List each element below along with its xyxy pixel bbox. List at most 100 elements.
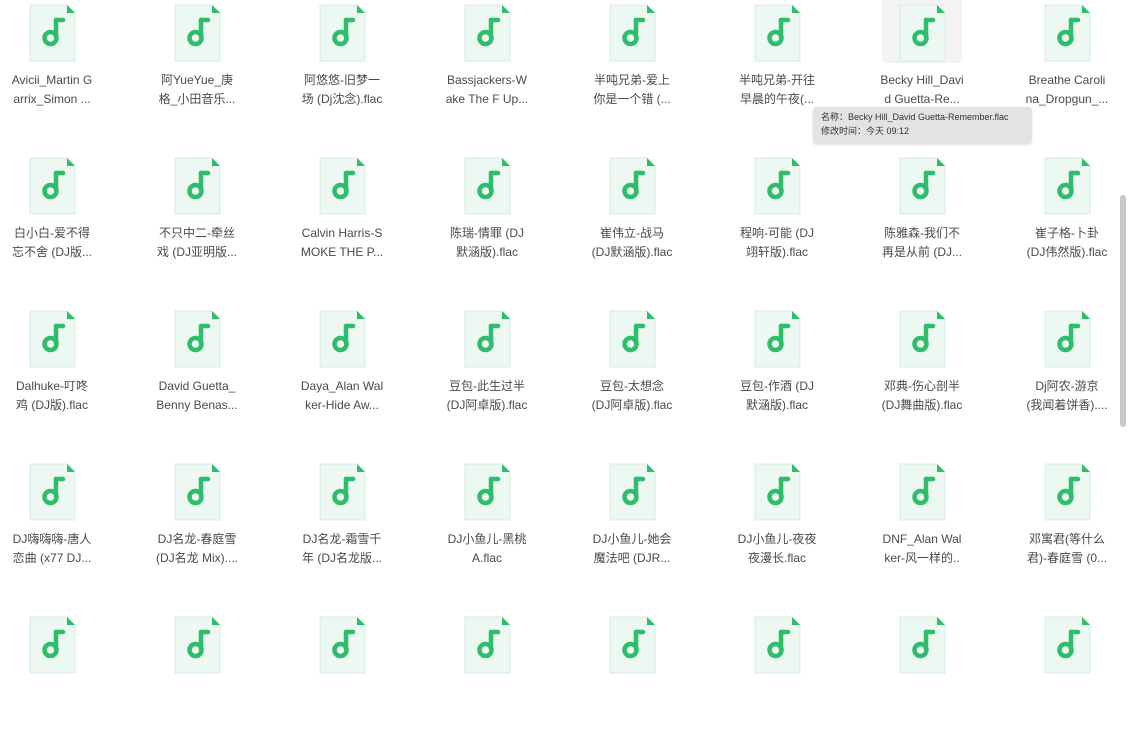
file-tile[interactable]: 崔子格-卜卦 (DJ伟然版).flac [1017,146,1117,282]
file-thumbnail[interactable] [1027,299,1107,369]
file-tile[interactable]: 陈雅森-我们不 再是从前 (DJ... [872,146,972,282]
file-name[interactable]: DJ名龙-春庭雪 (DJ名龙 Mix).... [147,530,247,568]
file-thumbnail[interactable] [882,452,962,522]
file-tile[interactable]: Breathe Caroli na_Dropgun_... [1017,0,1117,129]
file-tile[interactable]: 陈瑞-情罪 (DJ 默涵版).flac [437,146,537,282]
file-tile[interactable] [582,605,682,741]
file-thumbnail[interactable] [882,299,962,369]
file-name[interactable]: 阿悠悠-旧梦一场 (Dj沈念).flac [292,71,392,109]
file-name[interactable]: David Guetta_ Benny Benas... [147,377,247,415]
file-tile[interactable]: DNF_Alan Wal ker-风一样的.. [872,452,972,588]
file-name[interactable]: 豆包-此生过半 (DJ阿卓版).flac [437,377,537,415]
file-thumbnail[interactable] [737,0,817,63]
file-name[interactable]: Breathe Caroli na_Dropgun_... [1017,71,1117,109]
file-tile[interactable]: 崔伟立-战马 (DJ默涵版).flac [582,146,682,282]
file-thumbnail[interactable] [157,299,237,369]
file-tile[interactable] [2,605,102,741]
file-thumbnail[interactable] [592,146,672,216]
file-thumbnail[interactable] [157,452,237,522]
file-name[interactable]: 崔子格-卜卦 (DJ伟然版).flac [1017,224,1117,262]
file-thumbnail[interactable] [592,452,672,522]
file-tile[interactable]: Calvin Harris-S MOKE THE P... [292,146,392,282]
file-tile[interactable]: Dj阿农-游京 (我闻着饼香).... [1017,299,1117,435]
file-tile[interactable]: Avicii_Martin G arrix_Simon ... [2,0,102,129]
file-name[interactable]: 陈雅森-我们不 再是从前 (DJ... [872,224,972,262]
file-thumbnail[interactable] [882,0,962,63]
file-thumbnail[interactable] [12,146,92,216]
file-tile[interactable]: DJ小鱼儿-她会 魔法吧 (DJR... [582,452,682,588]
file-tile[interactable]: Daya_Alan Wal ker-Hide Aw... [292,299,392,435]
file-thumbnail[interactable] [737,605,817,675]
file-thumbnail[interactable] [157,0,237,63]
file-tile[interactable]: 程响-可能 (DJ 翊轩版).flac [727,146,827,282]
file-name[interactable]: DNF_Alan Wal ker-风一样的.. [872,530,972,568]
scrollbar-thumb[interactable] [1120,195,1126,427]
file-tile[interactable] [1017,605,1117,741]
file-thumbnail[interactable] [302,605,382,675]
file-thumbnail[interactable] [447,299,527,369]
file-tile[interactable] [872,605,972,741]
file-tile[interactable]: DJ小鱼儿-黑桃 A.flac [437,452,537,588]
file-thumbnail[interactable] [882,146,962,216]
file-tile[interactable]: David Guetta_ Benny Benas... [147,299,247,435]
file-thumbnail[interactable] [882,605,962,675]
file-tile[interactable]: 半吨兄弟-开往 早晨的午夜(... [727,0,827,129]
file-name[interactable]: 豆包-太想念 (DJ阿卓版).flac [582,377,682,415]
file-name[interactable]: 阿YueYue_庚 格_小田音乐... [147,71,247,109]
file-thumbnail[interactable] [447,0,527,63]
file-thumbnail[interactable] [447,605,527,675]
file-tile[interactable] [292,605,392,741]
file-thumbnail[interactable] [1027,0,1107,63]
file-name[interactable]: Calvin Harris-S MOKE THE P... [292,224,392,262]
file-thumbnail[interactable] [302,146,382,216]
file-tile[interactable]: 白小白-爱不得 忘不舍 (DJ版... [2,146,102,282]
file-name[interactable]: Becky Hill_Davi d Guetta-Re... [872,71,972,109]
file-name[interactable]: 程响-可能 (DJ 翊轩版).flac [727,224,827,262]
file-thumbnail[interactable] [1027,452,1107,522]
file-tile[interactable]: DJ嗨嗨嗨-唐人 恋曲 (x77 DJ... [2,452,102,588]
file-thumbnail[interactable] [12,452,92,522]
file-thumbnail[interactable] [592,299,672,369]
file-tile[interactable]: Bassjackers-W ake The F Up... [437,0,537,129]
file-name[interactable]: 不只中二-牵丝戏 (DJ亚明版... [147,224,247,262]
file-name[interactable]: 半吨兄弟-开往 早晨的午夜(... [727,71,827,109]
file-name[interactable]: DJ小鱼儿-夜夜 夜漫长.flac [727,530,827,568]
file-thumbnail[interactable] [1027,605,1107,675]
file-tile[interactable]: DJ名龙-春庭雪 (DJ名龙 Mix).... [147,452,247,588]
file-thumbnail[interactable] [737,299,817,369]
file-tile[interactable]: 豆包-太想念 (DJ阿卓版).flac [582,299,682,435]
file-thumbnail[interactable] [302,452,382,522]
file-name[interactable]: DJ小鱼儿-她会 魔法吧 (DJR... [582,530,682,568]
file-tile[interactable] [437,605,537,741]
file-name[interactable]: Avicii_Martin G arrix_Simon ... [2,71,102,109]
file-thumbnail[interactable] [592,605,672,675]
file-name[interactable]: 邓寓君(等什么 君)-春庭雪 (0... [1017,530,1117,568]
file-name[interactable]: Dalhuke-叮咚鸡 (DJ版).flac [2,377,102,415]
file-tile[interactable]: 邓典-伤心剖半 (DJ舞曲版).flac [872,299,972,435]
file-tile[interactable]: 豆包-作酒 (DJ 默涵版).flac [727,299,827,435]
file-thumbnail[interactable] [302,0,382,63]
file-thumbnail[interactable] [737,146,817,216]
file-thumbnail[interactable] [12,605,92,675]
file-name[interactable]: 白小白-爱不得 忘不舍 (DJ版... [2,224,102,262]
file-name[interactable]: 半吨兄弟-爱上 你是一个错 (... [582,71,682,109]
file-name[interactable]: DJ嗨嗨嗨-唐人 恋曲 (x77 DJ... [2,530,102,568]
file-name[interactable]: DJ小鱼儿-黑桃 A.flac [437,530,537,568]
scrollbar[interactable] [1118,0,1126,637]
file-thumbnail[interactable] [447,452,527,522]
file-thumbnail[interactable] [157,146,237,216]
file-tile[interactable]: Dalhuke-叮咚鸡 (DJ版).flac [2,299,102,435]
file-tile[interactable]: 阿YueYue_庚 格_小田音乐... [147,0,247,129]
file-thumbnail[interactable] [12,299,92,369]
file-tile[interactable]: 豆包-此生过半 (DJ阿卓版).flac [437,299,537,435]
file-thumbnail[interactable] [447,146,527,216]
file-tile[interactable]: 阿悠悠-旧梦一场 (Dj沈念).flac [292,0,392,129]
file-name[interactable]: Dj阿农-游京 (我闻着饼香).... [1017,377,1117,415]
file-tile[interactable]: 半吨兄弟-爱上 你是一个错 (... [582,0,682,129]
file-name[interactable]: 豆包-作酒 (DJ 默涵版).flac [727,377,827,415]
file-name[interactable]: 邓典-伤心剖半 (DJ舞曲版).flac [872,377,972,415]
file-name[interactable]: Bassjackers-W ake The F Up... [437,71,537,109]
file-tile[interactable] [727,605,827,741]
file-tile[interactable]: 不只中二-牵丝戏 (DJ亚明版... [147,146,247,282]
file-tile[interactable] [147,605,247,741]
